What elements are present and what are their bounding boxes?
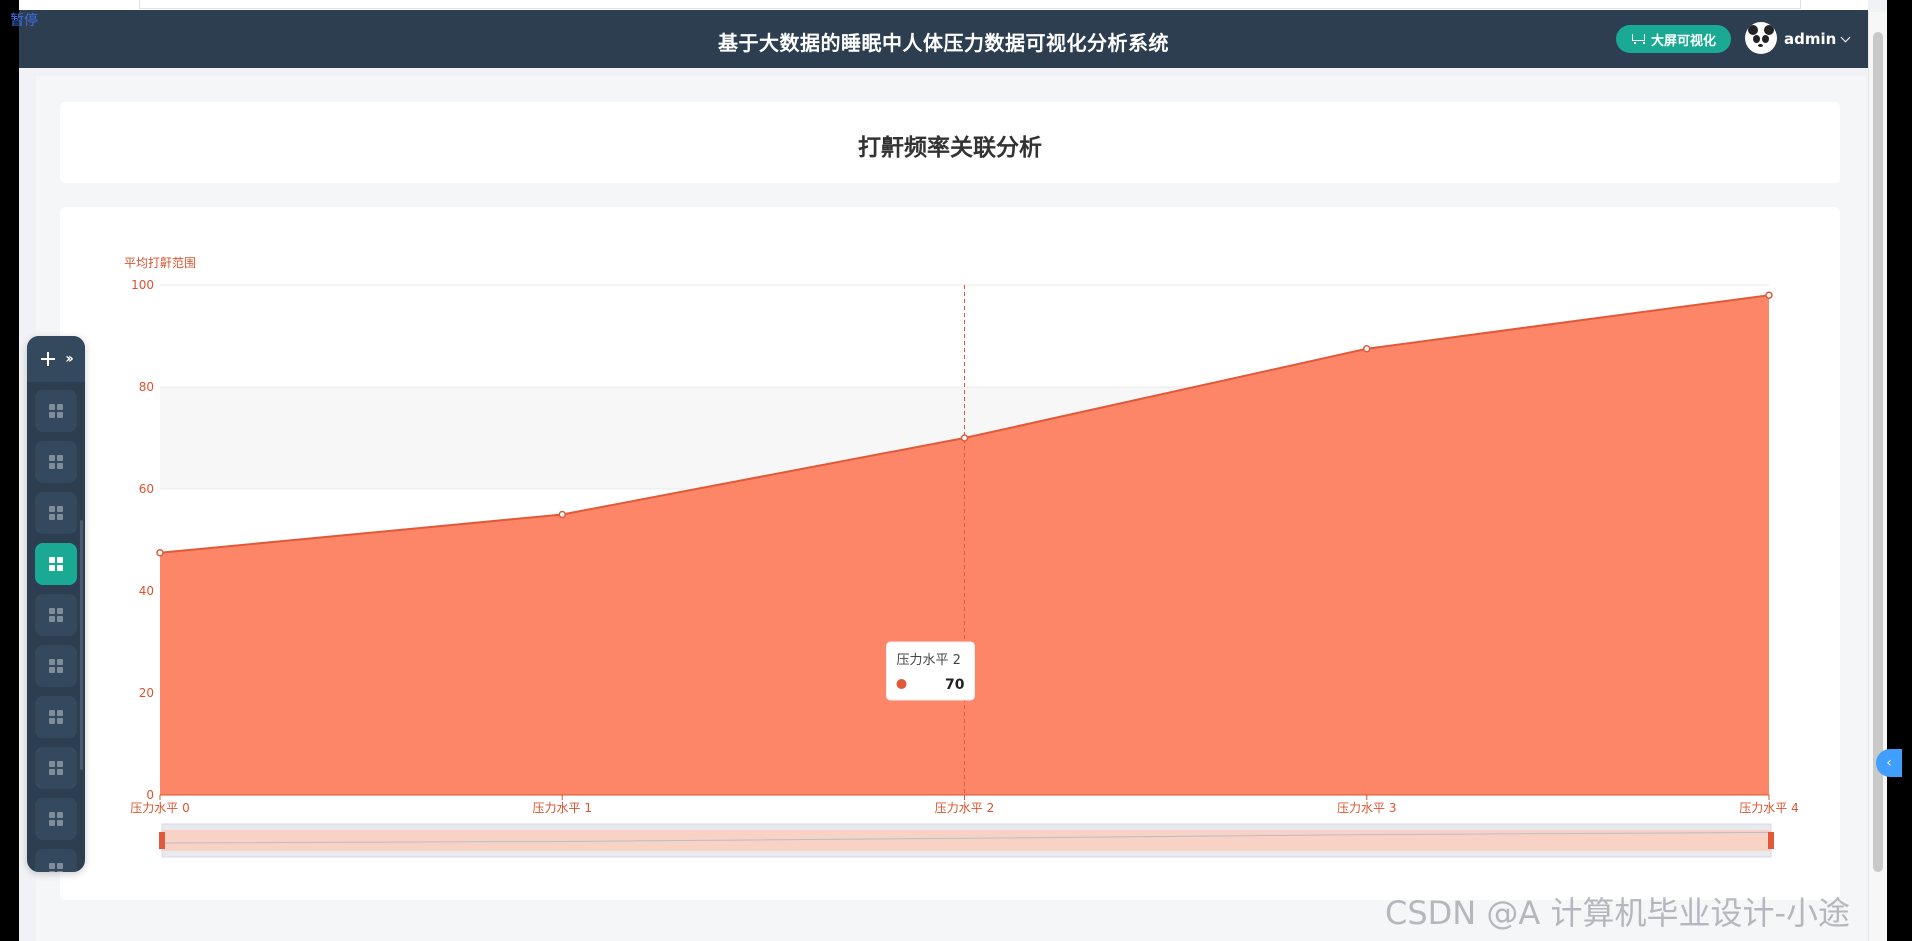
data-point[interactable] bbox=[558, 510, 566, 519]
x-tick-label: 压力水平 4 bbox=[1739, 801, 1798, 815]
tooltip-value: 70 bbox=[945, 677, 965, 693]
x-tick-label: 压力水平 1 bbox=[533, 801, 592, 815]
cart-icon bbox=[1631, 33, 1645, 45]
y-tick-label: 60 bbox=[139, 482, 154, 496]
top-header: 基于大数据的睡眠中人体压力数据可视化分析系统 大屏可视化 admin bbox=[19, 10, 1868, 68]
datazoom-selection bbox=[162, 830, 1771, 851]
sidebar-item-8[interactable] bbox=[35, 747, 77, 789]
grid-icon bbox=[49, 608, 63, 622]
x-tick-label: 压力水平 0 bbox=[130, 801, 189, 815]
tooltip-category: 压力水平 2 bbox=[897, 653, 961, 668]
grid-icon bbox=[49, 659, 63, 673]
grid-icon bbox=[49, 863, 63, 872]
username: admin bbox=[1784, 30, 1837, 48]
sidebar-scrollbar[interactable] bbox=[80, 520, 83, 770]
y-tick-label: 0 bbox=[146, 788, 154, 802]
page-title-card: 打鼾频率关联分析 bbox=[60, 102, 1840, 183]
sidebar-item-9[interactable] bbox=[35, 798, 77, 840]
left-black-border bbox=[0, 0, 19, 941]
data-point[interactable] bbox=[1363, 345, 1371, 353]
system-title: 基于大数据的睡眠中人体压力数据可视化分析系统 bbox=[718, 31, 1169, 55]
grid-icon bbox=[49, 455, 63, 469]
sidebar-item-6[interactable] bbox=[35, 645, 77, 687]
big-screen-button[interactable]: 大屏可视化 bbox=[1616, 25, 1731, 53]
user-menu[interactable]: admin bbox=[1784, 30, 1851, 48]
y-tick-label: 40 bbox=[139, 584, 154, 598]
data-point[interactable] bbox=[960, 434, 969, 442]
top-strip bbox=[19, 0, 1868, 10]
grid-icon bbox=[49, 812, 63, 826]
y-axis-label: 平均打鼾范围 bbox=[124, 255, 196, 270]
sidebar-item-2[interactable] bbox=[35, 441, 77, 483]
y-tick-label: 100 bbox=[131, 278, 154, 292]
sidebar-item-3[interactable] bbox=[35, 492, 77, 534]
page-title: 打鼾频率关联分析 bbox=[858, 135, 1042, 161]
tooltip-marker bbox=[896, 679, 907, 689]
watermark: CSDN @A 计算机毕业设计-小途 bbox=[1385, 894, 1851, 932]
big-screen-button-label: 大屏可视化 bbox=[1650, 33, 1716, 49]
pause-label[interactable]: 暂停 bbox=[10, 10, 38, 30]
page-scrollbar[interactable] bbox=[1868, 12, 1888, 941]
sidebar-item-4[interactable] bbox=[35, 543, 77, 585]
collapse-tab-icon[interactable]: ‹ bbox=[1876, 749, 1902, 777]
data-point[interactable] bbox=[1765, 291, 1773, 299]
grid-icon bbox=[49, 404, 63, 418]
sidebar-item-1[interactable] bbox=[35, 390, 77, 432]
y-tick-label: 80 bbox=[139, 380, 154, 394]
datazoom-handle-right[interactable] bbox=[1768, 832, 1774, 849]
data-point[interactable] bbox=[156, 549, 164, 557]
datazoom-handle-left[interactable] bbox=[159, 832, 165, 849]
chevron-down-icon bbox=[1840, 32, 1851, 42]
grid-icon bbox=[49, 761, 63, 775]
sidebar-item-7[interactable] bbox=[35, 696, 77, 738]
move-icon[interactable] bbox=[41, 352, 56, 366]
sidebar-item-10[interactable] bbox=[35, 849, 77, 872]
floating-sidebar: ›› bbox=[27, 336, 85, 872]
area-chart: 020406080100平均打鼾范围压力水平 0 压力水平 1 压力水平 2 压力水平… bbox=[124, 255, 1799, 858]
grid-icon bbox=[49, 506, 63, 520]
y-tick-label: 20 bbox=[139, 686, 154, 700]
grid-icon bbox=[49, 710, 63, 724]
right-black-border bbox=[1887, 0, 1912, 941]
sidebar-item-5[interactable] bbox=[35, 594, 77, 636]
chart-card: 0 20 40 60 80 100 平均打鼾范围 压力水平 0 压力水平 1 压力水平 2 压力水平… bbox=[60, 207, 1840, 900]
double-chevron-right-icon[interactable]: ›› bbox=[65, 351, 73, 367]
x-tick-label: 压力水平 2 bbox=[935, 801, 994, 815]
avatar[interactable] bbox=[1745, 22, 1777, 54]
grid-icon bbox=[49, 557, 63, 571]
sidebar-toolbar: ›› bbox=[27, 336, 85, 382]
x-tick-label: 压力水平 3 bbox=[1337, 801, 1396, 815]
tooltip: 压力水平 2 70 bbox=[886, 641, 975, 701]
